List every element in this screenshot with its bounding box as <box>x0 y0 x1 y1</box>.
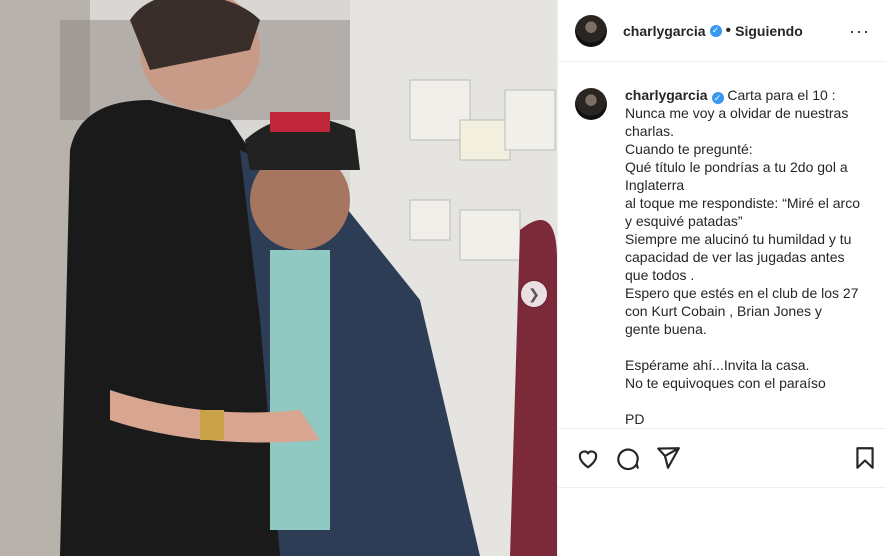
caption-avatar[interactable] <box>575 88 607 120</box>
action-bar <box>558 428 886 488</box>
caption-username[interactable]: charlygarcia <box>625 87 708 103</box>
post-container: ❯ charlygarcia ✓ • Siguiendo ··· charlyg… <box>0 0 886 556</box>
avatar[interactable] <box>575 14 607 47</box>
caption-area[interactable]: charlygarcia ✓ Carta para el 10 : Nunca m… <box>558 62 886 428</box>
chevron-right-icon: ❯ <box>528 285 540 302</box>
next-photo-button[interactable]: ❯ <box>521 281 547 307</box>
username-link[interactable]: charlygarcia <box>623 23 706 39</box>
verified-badge-icon: ✓ <box>709 24 722 37</box>
more-options-icon[interactable]: ··· <box>849 22 870 40</box>
caption-verified-badge-icon: ✓ <box>711 92 724 104</box>
caption-body: Carta para el 10 : Nunca me voy a olvida… <box>625 87 860 427</box>
heart-icon[interactable] <box>575 445 601 471</box>
follow-status-button[interactable]: Siguiendo <box>735 23 803 39</box>
comment-icon[interactable] <box>615 445 641 471</box>
separator: • <box>725 21 732 39</box>
caption-text-block: charlygarcia ✓ Carta para el 10 : Nunca m… <box>625 86 860 428</box>
post-photo <box>0 0 557 556</box>
share-icon[interactable] <box>655 445 681 471</box>
post-media[interactable]: ❯ <box>0 0 557 556</box>
post-header: charlygarcia ✓ • Siguiendo ··· <box>558 0 886 62</box>
bookmark-icon[interactable] <box>852 445 878 471</box>
post-sidebar: charlygarcia ✓ • Siguiendo ··· charlygar… <box>557 0 886 556</box>
